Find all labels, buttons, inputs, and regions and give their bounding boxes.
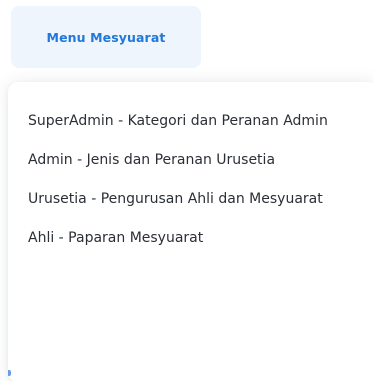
dropdown-edge-accent (8, 370, 11, 376)
menu-item-superadmin[interactable]: SuperAdmin - Kategori dan Peranan Admin (28, 110, 362, 132)
menu-mesyuarat-dropdown: SuperAdmin - Kategori dan Peranan Admin … (8, 82, 373, 381)
dropdown-menu-list: SuperAdmin - Kategori dan Peranan Admin … (28, 110, 362, 249)
page: Menu Mesyuarat SuperAdmin - Kategori dan… (0, 0, 373, 381)
menu-item-urusetia[interactable]: Urusetia - Pengurusan Ahli dan Mesyuarat (28, 188, 362, 210)
menu-mesyuarat-tab-label: Menu Mesyuarat (46, 29, 166, 45)
menu-item-ahli[interactable]: Ahli - Paparan Mesyuarat (28, 227, 362, 249)
menu-item-admin[interactable]: Admin - Jenis dan Peranan Urusetia (28, 149, 362, 171)
menu-mesyuarat-tab[interactable]: Menu Mesyuarat (11, 6, 201, 68)
